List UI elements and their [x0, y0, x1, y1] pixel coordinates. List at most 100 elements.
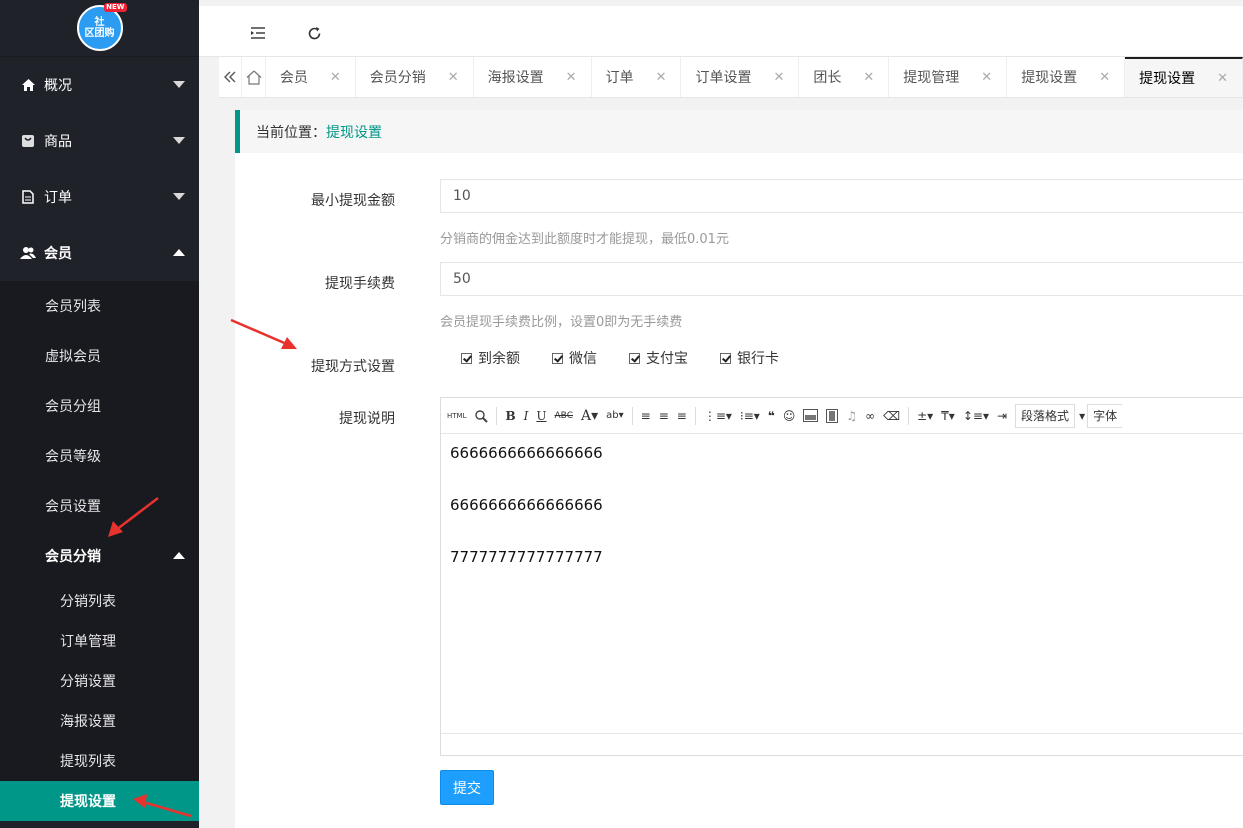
image-icon[interactable] [803, 409, 819, 422]
method-wechat-checkbox[interactable]: 微信 [552, 348, 597, 368]
tab-poster-settings[interactable]: 海报设置 ✕ [474, 57, 592, 97]
align-left-icon[interactable]: ≡ [641, 409, 651, 423]
html-source-button[interactable]: HTML [447, 412, 466, 420]
breadcrumb: 当前位置： 提现设置 [235, 110, 1243, 153]
indent-icon[interactable]: ⇥ [997, 409, 1007, 423]
close-icon[interactable]: ✕ [330, 70, 341, 85]
tab-label: 订单 [605, 70, 634, 86]
close-icon[interactable]: ✕ [773, 70, 784, 85]
sidebar-item-goods[interactable]: 商品 [0, 113, 199, 169]
editor-toolbar: HTML B I U ABC A▾ ab▾ ≡ ≡ ≡ ⋮≡▾ ⁝≡▾ ❝ ☺ … [441, 398, 1243, 434]
toolbar-divider [631, 406, 633, 425]
method-alipay-checkbox[interactable]: 支付宝 [629, 348, 688, 368]
close-icon[interactable]: ✕ [863, 70, 874, 85]
tab-withdraw-management[interactable]: 提现管理 ✕ [889, 57, 1008, 97]
sidebar-item-label: 概况 [44, 78, 72, 94]
unordered-list-icon[interactable]: ⁝≡▾ [740, 409, 760, 423]
video-icon[interactable] [826, 408, 839, 423]
strikethrough-icon[interactable]: ABC [555, 411, 573, 421]
tab-withdraw-settings[interactable]: 提现设置 ✕ [1007, 57, 1126, 97]
logo[interactable]: NEW 社 区团购 [0, 0, 199, 57]
sidebar-item-member-list[interactable]: 会员列表 [0, 281, 199, 331]
tab-leader[interactable]: 团长 ✕ [799, 57, 890, 97]
tab-member-distribution[interactable]: 会员分销 ✕ [356, 57, 474, 97]
sidebar-item-withdraw-list[interactable]: 提现列表 [0, 741, 199, 781]
bag-icon [20, 133, 36, 149]
bold-icon[interactable]: B [505, 409, 515, 423]
sidebar-item-poster-settings[interactable]: 海报设置 [0, 701, 199, 741]
tab-order-settings[interactable]: 订单设置 ✕ [681, 57, 800, 97]
sidebar-item-order-management[interactable]: 订单管理 [0, 621, 199, 661]
checkbox-checked-icon [629, 352, 640, 364]
sidebar-item-member[interactable]: 会员 [0, 225, 199, 281]
method-balance-checkbox[interactable]: 到余额 [461, 348, 520, 368]
link-icon[interactable]: ∞ [865, 409, 875, 423]
music-icon[interactable]: ♫ [846, 409, 857, 423]
paragraph-spacing-icon[interactable]: ±▾ [917, 409, 933, 423]
highlight-icon[interactable]: ab▾ [606, 410, 624, 421]
sidebar-item-order[interactable]: 订单 [0, 169, 199, 225]
tab-bar: 会员 ✕ 会员分销 ✕ 海报设置 ✕ 订单 ✕ 订单设置 ✕ 团长 ✕ 提现管理 ✕ 提现设置… [219, 57, 1243, 98]
users-icon [20, 245, 36, 261]
line-height-icon[interactable]: ₸▾ [941, 409, 955, 423]
paragraph-format-select[interactable]: 段落格式 [1015, 403, 1076, 428]
ordered-list-icon[interactable]: ⋮≡▾ [704, 409, 732, 423]
toolbar-divider [908, 406, 910, 425]
eraser-icon[interactable]: ⌫ [883, 409, 900, 423]
sidebar-item-overview[interactable]: 概况 [0, 57, 199, 113]
method-bankcard-checkbox[interactable]: 银行卡 [720, 348, 779, 368]
method-checkbox-group: 到余额 微信 支付宝 银行卡 [461, 348, 811, 368]
sidebar: NEW 社 区团购 概况 商品 订单 会员 会员列表 虚拟会员 会员分组 会员等… [0, 0, 199, 828]
tab-member[interactable]: 会员 ✕ [266, 57, 356, 97]
checkbox-checked-icon [552, 352, 563, 364]
chevron-down-icon[interactable]: ▾ [1079, 409, 1085, 423]
sidebar-item-label: 订单 [44, 190, 72, 206]
sidebar-item-virtual-member[interactable]: 虚拟会员 [0, 331, 199, 381]
editor-statusbar [441, 733, 1243, 755]
select-value: 字体 [1093, 409, 1118, 423]
tab-label: 提现管理 [903, 70, 960, 86]
sidebar-item-member-group[interactable]: 会员分组 [0, 381, 199, 431]
caret-up-icon [173, 552, 185, 559]
tab-home-icon[interactable] [242, 57, 266, 97]
close-icon[interactable]: ✕ [981, 70, 992, 85]
font-color-icon[interactable]: A▾ [581, 408, 598, 424]
align-center-icon[interactable]: ≡ [659, 409, 669, 423]
annotation-arrow [230, 318, 297, 349]
refresh-icon[interactable] [303, 22, 325, 44]
italic-icon[interactable]: I [524, 409, 529, 423]
editor-content[interactable]: 6666666666666666 6666666666666666 777777… [441, 434, 1243, 610]
blockquote-icon[interactable]: ❝ [768, 409, 775, 423]
close-icon[interactable]: ✕ [448, 70, 459, 85]
rich-text-editor: HTML B I U ABC A▾ ab▾ ≡ ≡ ≡ ⋮≡▾ ⁝≡▾ ❝ ☺ … [440, 397, 1243, 756]
submit-button[interactable]: 提交 [440, 770, 494, 805]
tab-label: 会员分销 [369, 70, 426, 86]
annotation-arrow [108, 497, 159, 537]
row-spacing-icon[interactable]: ↕≡▾ [963, 409, 989, 423]
home-icon [20, 77, 36, 93]
preview-icon[interactable] [474, 409, 489, 423]
align-right-icon[interactable]: ≡ [677, 409, 687, 423]
sidebar-item-label: 商品 [44, 134, 72, 150]
sidebar-item-label: 会员分销 [45, 549, 101, 565]
tab-order[interactable]: 订单 ✕ [592, 57, 682, 97]
main-content: 当前位置： 提现设置 最小提现金额 10 分销商的佣金达到此额度时才能提现，最低… [235, 110, 1243, 828]
tab-label: 提现设置 [1139, 71, 1196, 87]
caret-down-icon [173, 137, 185, 144]
close-icon[interactable]: ✕ [1099, 70, 1110, 85]
fee-input[interactable]: 50 [440, 262, 1243, 296]
menu-collapse-icon[interactable] [247, 22, 269, 44]
emoji-icon[interactable]: ☺ [783, 409, 796, 423]
underline-icon[interactable]: U [536, 409, 546, 423]
tab-scroll-left-icon[interactable] [219, 57, 243, 97]
tab-withdraw-settings-active[interactable]: 提现设置 ✕ [1125, 57, 1243, 97]
breadcrumb-current[interactable]: 提现设置 [326, 122, 382, 142]
sidebar-item-distribution-list[interactable]: 分销列表 [0, 581, 199, 621]
font-family-select[interactable]: 字体 [1087, 403, 1123, 428]
min-amount-input[interactable]: 10 [440, 179, 1243, 213]
close-icon[interactable]: ✕ [566, 70, 577, 85]
sidebar-item-distribution-settings[interactable]: 分销设置 [0, 661, 199, 701]
sidebar-item-member-level[interactable]: 会员等级 [0, 431, 199, 481]
close-icon[interactable]: ✕ [1217, 71, 1228, 86]
close-icon[interactable]: ✕ [656, 70, 667, 85]
